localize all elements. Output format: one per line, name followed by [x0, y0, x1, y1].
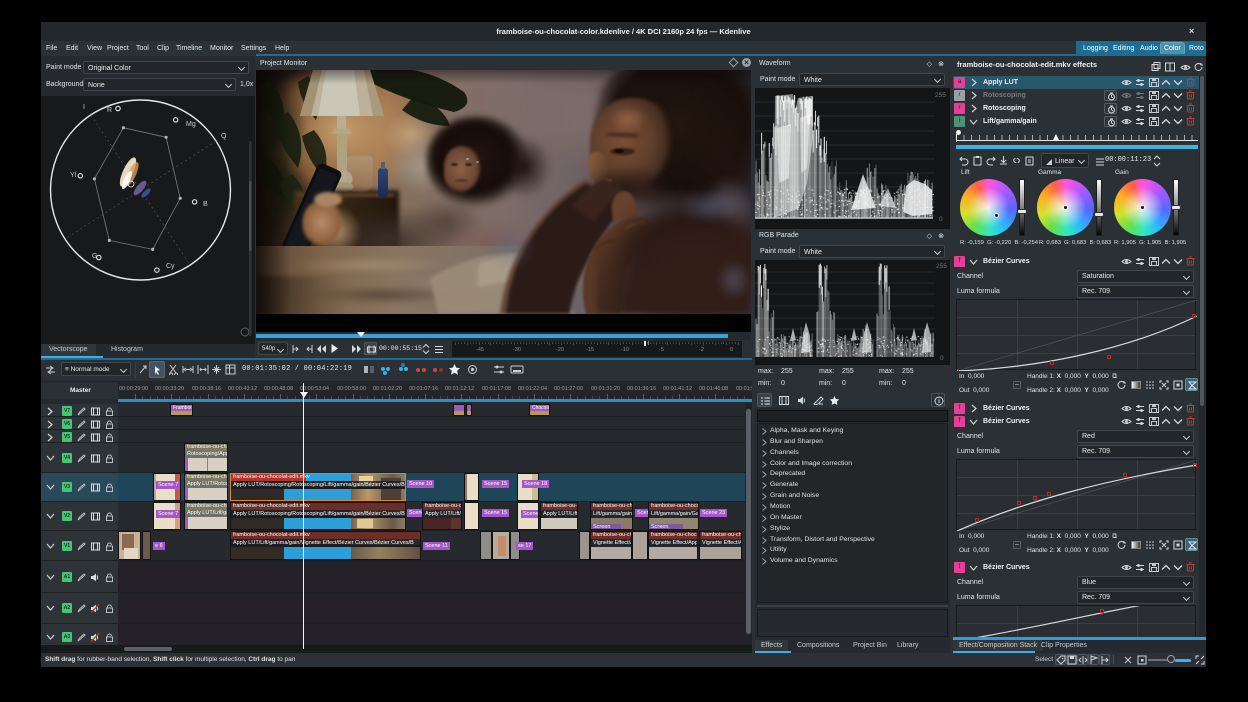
svg-text:I: I	[83, 104, 85, 111]
svg-text:0: 0	[939, 216, 943, 223]
svg-text:Q: Q	[221, 133, 227, 140]
svg-text:R: R	[107, 107, 112, 114]
svg-text:255: 255	[936, 263, 947, 270]
svg-text:0: 0	[940, 355, 944, 362]
svg-text:255: 255	[935, 92, 946, 99]
svg-text:Cy: Cy	[166, 263, 175, 270]
svg-text:Mg: Mg	[186, 121, 196, 128]
svg-text:Yl: Yl	[70, 172, 77, 179]
svg-text:B: B	[203, 201, 208, 208]
